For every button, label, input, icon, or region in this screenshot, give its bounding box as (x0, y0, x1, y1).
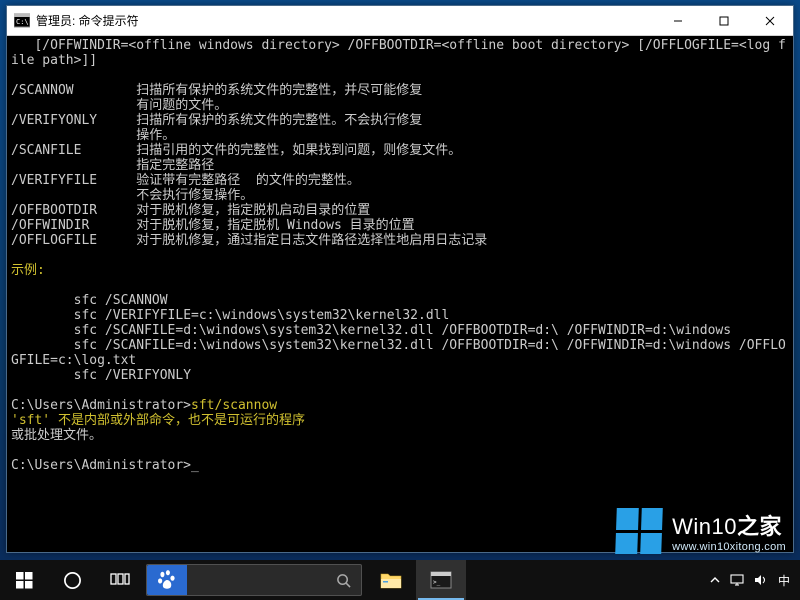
close-button[interactable] (747, 6, 793, 36)
cmd-icon: C:\ (14, 13, 30, 29)
cmd-window: C:\ 管理员: 命令提示符 [/OFFWINDIR=<offline wind… (6, 5, 794, 553)
search-icon[interactable] (325, 573, 361, 588)
taskbar-app-file-explorer[interactable] (366, 560, 416, 600)
titlebar[interactable]: C:\ 管理员: 命令提示符 (7, 6, 793, 36)
cortana-button[interactable] (48, 560, 96, 600)
minimize-button[interactable] (655, 6, 701, 36)
tray-network-icon[interactable] (730, 574, 744, 586)
taskbar-search[interactable] (146, 564, 362, 596)
svg-text:>_: >_ (433, 579, 441, 586)
window-title: 管理员: 命令提示符 (36, 12, 139, 29)
taskbar-app-cmd[interactable]: >_ (416, 560, 466, 600)
system-tray[interactable]: 中 (710, 572, 800, 589)
tray-chevron-up-icon[interactable] (710, 575, 720, 585)
watermark-brand: Win10之家 (672, 509, 786, 541)
svg-text:C:\: C:\ (16, 18, 29, 26)
console-output[interactable]: [/OFFWINDIR=<offline windows directory> … (7, 36, 793, 552)
watermark-url: www.win10xitong.com (672, 541, 786, 553)
tray-volume-icon[interactable] (754, 574, 768, 586)
baidu-icon[interactable] (147, 565, 187, 595)
maximize-button[interactable] (701, 6, 747, 36)
watermark: Win10之家 www.win10xitong.com (616, 508, 786, 554)
desktop: C:\ 管理员: 命令提示符 [/OFFWINDIR=<offline wind… (0, 0, 800, 600)
windows-logo-icon (615, 508, 663, 554)
tray-ime-icon[interactable]: 中 (778, 572, 790, 589)
task-view-button[interactable] (96, 560, 144, 600)
taskbar: >_ 中 (0, 560, 800, 600)
start-button[interactable] (0, 560, 48, 600)
